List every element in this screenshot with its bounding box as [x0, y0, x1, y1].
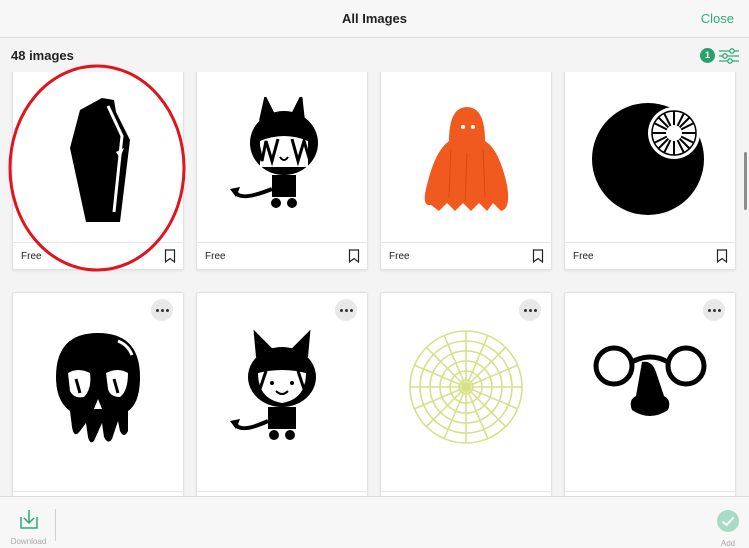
image-card[interactable]: Free [564, 72, 736, 270]
devil-girl-image [230, 97, 318, 208]
card-footer: Free [565, 242, 735, 269]
top-bar: All Images Close [0, 0, 749, 38]
results-bar: 48 images [0, 38, 749, 72]
download-icon [19, 510, 38, 529]
image-thumbnail[interactable] [565, 72, 735, 243]
scrollbar-thumb[interactable] [744, 152, 747, 210]
bottom-toolbar: Download Add [0, 496, 749, 548]
card-footer: Free [381, 242, 551, 269]
melting-skull-image [56, 333, 140, 443]
image-card[interactable]: Free [12, 72, 184, 270]
coffin-image [70, 98, 130, 222]
add-label: Add [720, 539, 736, 548]
ghost-image [424, 107, 509, 211]
image-thumbnail[interactable] [13, 301, 183, 473]
bookmark-icon[interactable] [532, 249, 544, 263]
disguise-glasses-image [593, 345, 707, 416]
close-button[interactable]: Close [701, 11, 734, 26]
bookmark-icon[interactable] [348, 249, 360, 263]
download-button[interactable]: Download [6, 507, 51, 546]
price-label: Free [21, 251, 42, 262]
divider [55, 509, 56, 541]
image-thumbnail[interactable] [381, 301, 551, 473]
image-thumbnail[interactable] [565, 301, 735, 473]
image-card[interactable]: Free [380, 72, 552, 270]
page-title: All Images [341, 11, 408, 26]
sliders-icon[interactable] [718, 47, 740, 65]
image-thumbnail[interactable] [197, 301, 367, 473]
spider-web-image [409, 330, 523, 444]
image-card[interactable] [12, 292, 184, 496]
image-thumbnail[interactable] [13, 72, 183, 243]
card-footer: Free [13, 242, 183, 269]
image-card[interactable] [380, 292, 552, 496]
check-circle-icon [717, 510, 739, 532]
image-card[interactable] [196, 292, 368, 496]
price-label: Free [389, 251, 410, 262]
eyeball-image [592, 103, 704, 215]
image-card[interactable]: Free [196, 72, 368, 270]
devil-girl-horns-image [230, 329, 316, 440]
image-thumbnail[interactable] [197, 72, 367, 243]
filter-count-badge[interactable]: 1 [700, 48, 715, 63]
image-card[interactable] [564, 292, 736, 496]
price-label: Free [205, 251, 226, 262]
bookmark-icon[interactable] [164, 249, 176, 263]
image-grid: Free Free Free Free [0, 72, 749, 496]
bookmark-icon[interactable] [716, 249, 728, 263]
add-button[interactable]: Add [715, 509, 741, 548]
image-thumbnail[interactable] [381, 72, 551, 243]
price-label: Free [573, 251, 594, 262]
download-label: Download [10, 537, 47, 546]
image-count: 48 images [11, 48, 74, 63]
card-footer: Free [197, 242, 367, 269]
